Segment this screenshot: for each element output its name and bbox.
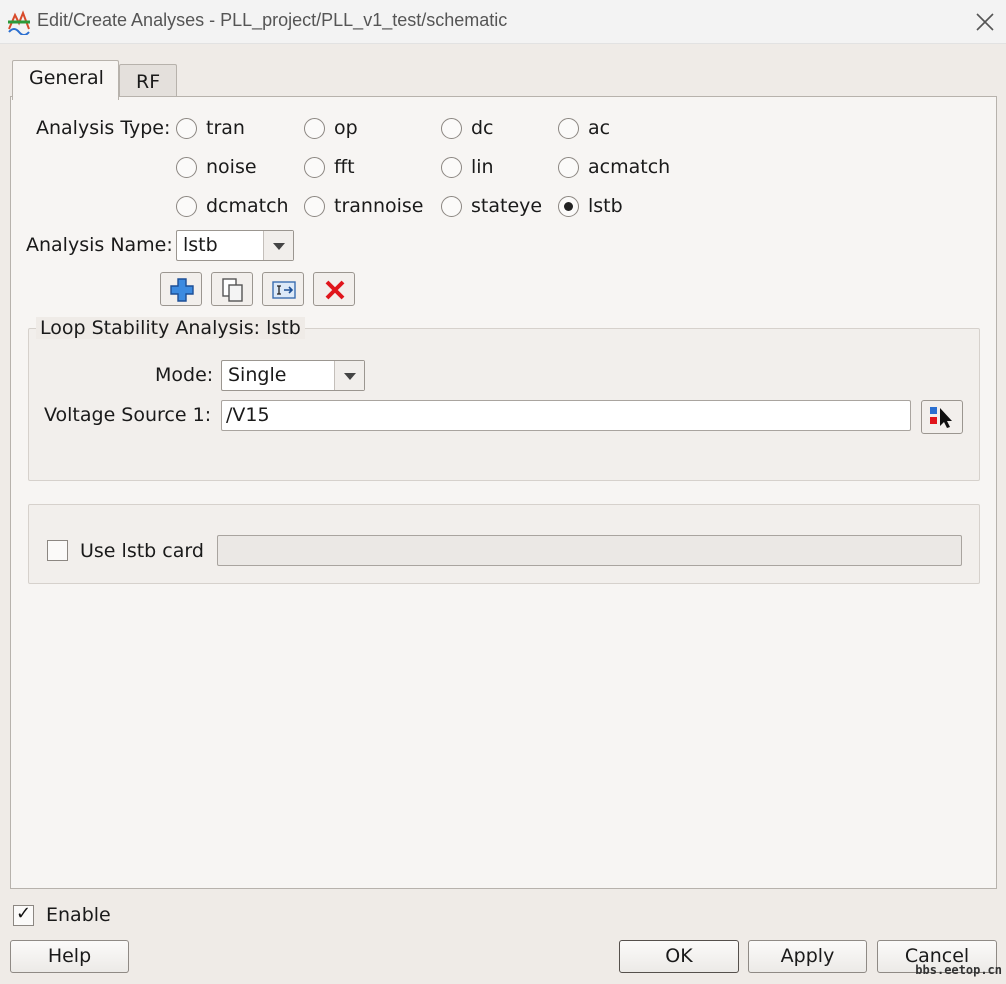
check-icon: ✓ xyxy=(16,903,32,924)
radio-fft-label: fft xyxy=(334,156,355,178)
close-icon[interactable] xyxy=(974,11,996,33)
copy-icon xyxy=(222,278,243,302)
radio-trannoise-label: trannoise xyxy=(334,195,424,217)
radio-stateye[interactable] xyxy=(441,196,462,217)
radio-lin[interactable] xyxy=(441,157,462,178)
chevron-down-icon[interactable] xyxy=(263,231,293,260)
use-lstb-card-checkbox[interactable] xyxy=(47,540,68,561)
radio-noise[interactable] xyxy=(176,157,197,178)
voltage-source-input[interactable]: /V15 xyxy=(221,400,911,431)
add-icon xyxy=(170,278,194,302)
ok-button[interactable]: OK xyxy=(619,940,739,973)
add-analysis-button[interactable] xyxy=(160,272,202,306)
radio-ac-label: ac xyxy=(588,117,611,139)
title-bar: Edit/Create Analyses - PLL_project/PLL_v… xyxy=(0,0,1006,44)
enable-checkbox[interactable]: ✓ xyxy=(13,903,34,926)
analysis-name-label: Analysis Name: xyxy=(26,234,173,256)
voltage-source-label: Voltage Source 1: xyxy=(44,404,212,426)
apply-button[interactable]: Apply xyxy=(748,940,867,973)
tab-rf-label: RF xyxy=(136,71,161,93)
select-cursor-icon xyxy=(930,407,952,428)
radio-tran[interactable] xyxy=(176,118,197,139)
enable-label: Enable xyxy=(46,904,111,926)
radio-ac[interactable] xyxy=(558,118,579,139)
radio-trannoise[interactable] xyxy=(304,196,325,217)
radio-noise-label: noise xyxy=(206,156,257,178)
radio-dcmatch[interactable] xyxy=(176,196,197,217)
chevron-down-icon[interactable] xyxy=(334,361,364,390)
radio-dc-label: dc xyxy=(471,117,494,139)
tab-general[interactable]: General xyxy=(12,60,119,100)
mode-value: Single xyxy=(228,364,287,386)
radio-stateye-label: stateye xyxy=(471,195,543,217)
window-title: Edit/Create Analyses - PLL_project/PLL_v… xyxy=(37,10,508,30)
delete-analysis-button[interactable] xyxy=(313,272,355,306)
radio-lstb[interactable] xyxy=(558,196,579,217)
radio-lstb-label: lstb xyxy=(588,195,623,217)
tab-rf[interactable]: RF xyxy=(119,64,177,100)
mode-combo[interactable]: Single xyxy=(221,360,365,391)
watermark: bbs.eetop.cn xyxy=(915,963,1002,977)
radio-acmatch[interactable] xyxy=(558,157,579,178)
mode-label: Mode: xyxy=(155,364,214,386)
help-button[interactable]: Help xyxy=(10,940,129,973)
tab-general-label: General xyxy=(29,67,104,89)
copy-analysis-button[interactable] xyxy=(211,272,253,306)
radio-dcmatch-label: dcmatch xyxy=(206,195,289,217)
app-icon xyxy=(8,10,30,35)
radio-tran-label: tran xyxy=(206,117,245,139)
analysis-name-value: lstb xyxy=(183,234,218,256)
voltage-source-value: /V15 xyxy=(226,404,270,426)
radio-lin-label: lin xyxy=(471,156,494,178)
use-lstb-card-label: Use lstb card xyxy=(80,540,204,562)
rename-icon xyxy=(272,281,296,299)
analysis-name-combo[interactable]: lstb xyxy=(176,230,294,261)
rename-analysis-button[interactable] xyxy=(262,272,304,306)
radio-op[interactable] xyxy=(304,118,325,139)
radio-dc[interactable] xyxy=(441,118,462,139)
analysis-type-label: Analysis Type: xyxy=(36,117,171,139)
radio-acmatch-label: acmatch xyxy=(588,156,671,178)
radio-fft[interactable] xyxy=(304,157,325,178)
lstb-group-title: Loop Stability Analysis: lstb xyxy=(36,317,305,339)
delete-icon xyxy=(325,280,345,300)
lstb-card-input[interactable] xyxy=(217,535,962,566)
radio-op-label: op xyxy=(334,117,358,139)
select-source-button[interactable] xyxy=(921,400,963,434)
